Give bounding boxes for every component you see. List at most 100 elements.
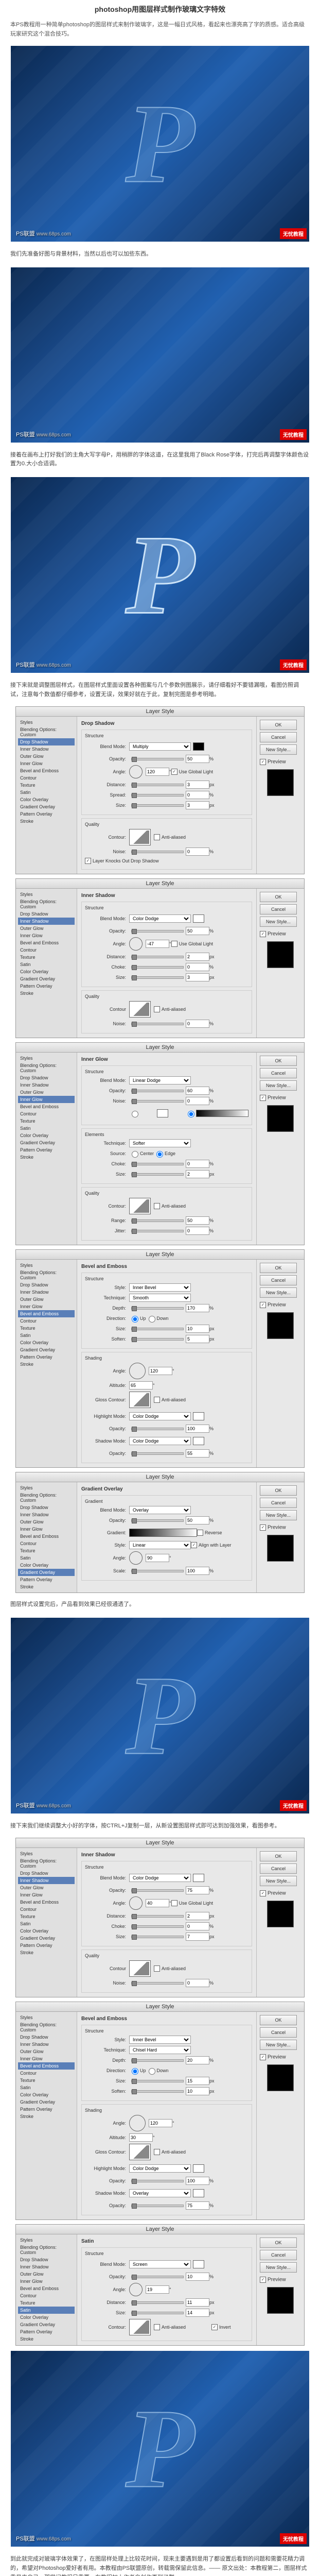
sidebar-item[interactable]: Texture	[18, 782, 75, 789]
sidebar-item[interactable]: Inner Glow	[18, 2055, 75, 2062]
slider[interactable]	[131, 1328, 184, 1330]
color-radio[interactable]	[132, 1111, 138, 1117]
new-style-button[interactable]: New Style...	[260, 1876, 297, 1886]
sidebar-item[interactable]: Color Overlay	[18, 1562, 75, 1569]
sidebar-item[interactable]: Stroke	[18, 990, 75, 997]
sidebar-item[interactable]: Stroke	[18, 818, 75, 825]
sidebar-item[interactable]: Inner Shadow	[18, 745, 75, 753]
slider[interactable]	[131, 2276, 184, 2278]
slider[interactable]	[131, 956, 184, 958]
altitude-input[interactable]	[129, 1381, 153, 1389]
sidebar-item[interactable]: Contour	[18, 2070, 75, 2077]
blend-mode-select[interactable]: Color Dodge	[129, 914, 191, 923]
sidebar-item[interactable]: Bevel and Emboss	[18, 1899, 75, 1906]
size-input[interactable]	[186, 2077, 209, 2085]
sidebar-item[interactable]: Pattern Overlay	[18, 982, 75, 990]
sidebar-item[interactable]: Inner Shadow	[18, 1289, 75, 1296]
sidebar-item[interactable]: Texture	[18, 1117, 75, 1125]
sidebar-item[interactable]: Gradient Overlay	[18, 2321, 75, 2328]
size-input[interactable]	[186, 2309, 209, 2317]
new-style-button[interactable]: New Style...	[260, 1287, 297, 1298]
sidebar-item[interactable]: Pattern Overlay	[18, 2106, 75, 2113]
sidebar-item[interactable]: Pattern Overlay	[18, 2328, 75, 2335]
sidebar-item[interactable]: Styles	[18, 1055, 75, 1062]
sidebar-item[interactable]: Styles	[18, 1850, 75, 1857]
choke-input[interactable]	[186, 1922, 209, 1930]
sidebar-item[interactable]: Color Overlay	[18, 1927, 75, 1935]
sidebar-item[interactable]: Color Overlay	[18, 1339, 75, 1346]
sidebar-item[interactable]: Texture	[18, 1325, 75, 1332]
cancel-button[interactable]: Cancel	[260, 1068, 297, 1078]
technique-select[interactable]: Smooth	[129, 1294, 191, 1302]
soften-input[interactable]	[186, 2087, 209, 2095]
sidebar-item[interactable]: Inner Glow	[18, 2278, 75, 2285]
cancel-button[interactable]: Cancel	[260, 904, 297, 914]
sidebar-item[interactable]: Gradient Overlay	[18, 1346, 75, 1353]
sidebar-item[interactable]: Texture	[18, 954, 75, 961]
sidebar-item[interactable]: Pattern Overlay	[18, 1353, 75, 1361]
sidebar-item[interactable]: Contour	[18, 2292, 75, 2299]
slider[interactable]	[131, 1100, 184, 1103]
new-style-button[interactable]: New Style...	[260, 917, 297, 927]
angle-dial[interactable]	[129, 765, 143, 778]
sidebar-item[interactable]: Texture	[18, 2077, 75, 2084]
jitter-input[interactable]	[186, 1227, 209, 1235]
slider[interactable]	[131, 1219, 184, 1222]
hopacity-input[interactable]	[186, 1425, 209, 1433]
sidebar-item[interactable]: Outer Glow	[18, 2270, 75, 2278]
slider[interactable]	[131, 1163, 184, 1165]
color-swatch[interactable]	[193, 1437, 204, 1445]
style-select[interactable]: Inner Bevel	[129, 1283, 191, 1292]
cancel-button[interactable]: Cancel	[260, 2250, 297, 2260]
sidebar-item[interactable]: Color Overlay	[18, 2314, 75, 2321]
sidebar-item[interactable]: Stroke	[18, 1583, 75, 1590]
gloss-contour[interactable]	[129, 1392, 151, 1408]
range-input[interactable]	[186, 1216, 209, 1225]
opacity-input[interactable]	[186, 2273, 209, 2281]
sidebar-item[interactable]: Satin	[18, 1554, 75, 1562]
size-input[interactable]	[186, 973, 209, 981]
slider[interactable]	[131, 1452, 184, 1455]
sidebar-item[interactable]: Contour	[18, 1317, 75, 1325]
preview-checkbox[interactable]	[260, 2054, 266, 2060]
global-light-checkbox[interactable]	[171, 941, 177, 947]
sidebar-item[interactable]: Stroke	[18, 1154, 75, 1161]
technique-select[interactable]: Chisel Hard	[129, 2046, 191, 2054]
opacity-input[interactable]	[186, 927, 209, 935]
up-radio[interactable]	[132, 1316, 138, 1323]
sidebar-item[interactable]: Styles	[18, 2236, 75, 2244]
cancel-button[interactable]: Cancel	[260, 1863, 297, 1874]
slider[interactable]	[131, 794, 184, 796]
sidebar-item[interactable]: Drop Shadow	[18, 1504, 75, 1511]
slider[interactable]	[131, 1307, 184, 1310]
center-radio[interactable]	[132, 1151, 138, 1158]
distance-input[interactable]	[186, 781, 209, 789]
cancel-button[interactable]: Cancel	[260, 2027, 297, 2038]
align-checkbox[interactable]	[191, 1542, 197, 1548]
sidebar-item[interactable]: Contour	[18, 1110, 75, 1117]
sidebar-item[interactable]: Inner Glow	[18, 1303, 75, 1310]
slider[interactable]	[131, 1570, 184, 1572]
sidebar-item-active[interactable]: Inner Shadow	[18, 1877, 75, 1884]
sidebar-item[interactable]: Outer Glow	[18, 1296, 75, 1303]
gradient-bar[interactable]	[196, 1110, 248, 1117]
slider[interactable]	[131, 1889, 184, 1892]
sidebar-item[interactable]: Blending Options: Custom	[18, 898, 75, 910]
sidebar-item[interactable]: Pattern Overlay	[18, 1146, 75, 1154]
sidebar-item[interactable]: Blending Options: Custom	[18, 1062, 75, 1074]
color-swatch[interactable]	[157, 1109, 168, 1117]
sidebar-item[interactable]: Inner Glow	[18, 932, 75, 939]
sidebar-item-active[interactable]: Satin	[18, 2307, 75, 2314]
ok-button[interactable]: OK	[260, 1851, 297, 1861]
style-select[interactable]: Inner Bevel	[129, 2036, 191, 2044]
slider[interactable]	[131, 2059, 184, 2062]
sidebar-item[interactable]: Texture	[18, 2299, 75, 2307]
new-style-button[interactable]: New Style...	[260, 2262, 297, 2273]
slider[interactable]	[131, 1519, 184, 1522]
size-input[interactable]	[186, 1170, 209, 1178]
sidebar-item[interactable]: Styles	[18, 719, 75, 726]
sidebar-item[interactable]: Satin	[18, 2084, 75, 2091]
sidebar-item[interactable]: Bevel and Emboss	[18, 1533, 75, 1540]
blend-mode-select[interactable]: Overlay	[129, 1506, 191, 1514]
sidebar-item[interactable]: Color Overlay	[18, 968, 75, 975]
